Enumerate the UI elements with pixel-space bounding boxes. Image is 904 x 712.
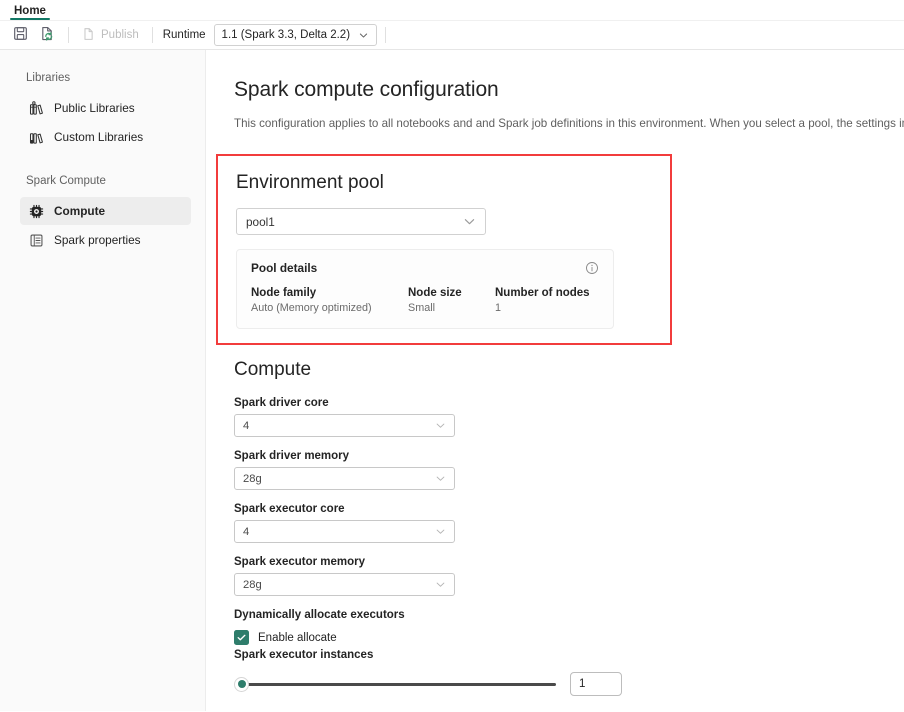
tab-home[interactable]: Home <box>8 5 52 20</box>
runtime-label: Runtime <box>161 29 212 41</box>
toolbar: Publish Runtime 1.1 (Spark 3.3, Delta 2.… <box>0 21 904 50</box>
field-spark-executor-core: Spark executor core 4 <box>234 503 904 543</box>
compute-gear-icon <box>28 203 44 219</box>
enable-allocate-checkbox[interactable] <box>234 630 249 645</box>
sidebar-item-spark-properties[interactable]: Spark properties <box>20 226 191 254</box>
spark-executor-memory-select[interactable]: 28g <box>234 573 455 596</box>
sidebar: Libraries Public Libraries <box>0 50 206 711</box>
custom-libraries-icon <box>28 129 44 145</box>
toolbar-separator-3 <box>385 27 386 43</box>
enable-allocate-checkbox-row[interactable]: Enable allocate <box>234 630 904 645</box>
page-description: This configuration applies to all notebo… <box>234 116 904 132</box>
runtime-dropdown-value: 1.1 (Spark 3.3, Delta 2.2) <box>222 29 350 41</box>
enable-allocate-label: Enable allocate <box>258 632 337 644</box>
chevron-down-icon <box>358 30 369 41</box>
field-dynamic-allocation: Dynamically allocate executors Enable al… <box>234 609 904 645</box>
page-body: Libraries Public Libraries <box>0 50 904 711</box>
sidebar-item-compute[interactable]: Compute <box>20 197 191 225</box>
sidebar-item-label: Custom Libraries <box>54 130 143 144</box>
chevron-down-icon <box>435 526 446 537</box>
spark-driver-memory-select[interactable]: 28g <box>234 467 455 490</box>
sidebar-group-spark-compute: Spark Compute <box>0 173 205 189</box>
spark-executor-core-select[interactable]: 4 <box>234 520 455 543</box>
main-content: Spark compute configuration This configu… <box>206 50 904 711</box>
refresh-publish-icon <box>40 26 55 44</box>
info-circle-icon[interactable] <box>585 261 599 275</box>
sidebar-item-custom-libraries[interactable]: Custom Libraries <box>20 123 191 151</box>
pool-select-value: pool1 <box>246 215 275 229</box>
save-button[interactable] <box>8 23 33 47</box>
toolbar-separator-1 <box>68 27 69 43</box>
slider-track <box>239 683 556 686</box>
pool-details-card: Pool details Node family Auto (Memory op… <box>236 249 614 329</box>
executor-instances-label: Spark executor instances <box>234 649 904 661</box>
pool-detail-node-family: Node family Auto (Memory optimized) <box>251 287 408 314</box>
executor-instances-row: 1 <box>234 672 904 696</box>
dynamic-allocation-label: Dynamically allocate executors <box>234 609 904 621</box>
publish-page-icon <box>82 27 96 44</box>
chevron-down-icon <box>435 473 446 484</box>
spark-driver-core-value: 4 <box>243 420 249 432</box>
toolbar-separator-2 <box>152 27 153 43</box>
spark-executor-memory-value: 28g <box>243 579 262 591</box>
environment-pool-title: Environment pool <box>236 172 670 194</box>
executor-instances-slider[interactable] <box>234 675 556 693</box>
spark-executor-core-value: 4 <box>243 526 249 538</box>
tab-home-label: Home <box>14 5 46 17</box>
pool-detail-number-of-nodes: Number of nodes 1 <box>495 287 590 314</box>
field-spark-driver-core: Spark driver core 4 <box>234 397 904 437</box>
pool-details-header: Pool details <box>251 261 599 275</box>
compute-title: Compute <box>234 359 904 381</box>
chevron-down-icon <box>463 215 476 228</box>
refresh-publish-button[interactable] <box>35 23 60 47</box>
compute-section: Compute Spark driver core 4 Spark driver… <box>234 359 904 696</box>
spark-driver-memory-value: 28g <box>243 473 262 485</box>
page-title: Spark compute configuration <box>234 78 904 102</box>
sidebar-group-libraries: Libraries <box>0 70 205 86</box>
sidebar-item-label: Spark properties <box>54 233 141 247</box>
runtime-dropdown[interactable]: 1.1 (Spark 3.3, Delta 2.2) <box>214 24 377 46</box>
spark-properties-icon <box>28 232 44 248</box>
sidebar-item-public-libraries[interactable]: Public Libraries <box>20 94 191 122</box>
pool-select-dropdown[interactable]: pool1 <box>236 208 486 235</box>
ribbon-tab-strip: Home <box>0 0 904 21</box>
spark-driver-core-select[interactable]: 4 <box>234 414 455 437</box>
public-libraries-icon <box>28 100 44 116</box>
publish-button-label: Publish <box>101 29 139 41</box>
executor-instances-value: 1 <box>579 678 585 690</box>
sidebar-item-label: Compute <box>54 204 105 218</box>
pool-details-title: Pool details <box>251 261 317 275</box>
executor-instances-input[interactable]: 1 <box>570 672 622 696</box>
chevron-down-icon <box>435 420 446 431</box>
publish-button[interactable]: Publish <box>77 23 144 47</box>
pool-detail-node-size: Node size Small <box>408 287 495 314</box>
environment-pool-highlight-box: Environment pool pool1 Pool details <box>216 154 672 345</box>
field-spark-executor-instances: Spark executor instances 1 <box>234 649 904 696</box>
sidebar-item-label: Public Libraries <box>54 101 135 115</box>
slider-thumb[interactable] <box>234 677 249 692</box>
chevron-down-icon <box>435 579 446 590</box>
field-spark-executor-memory: Spark executor memory 28g <box>234 556 904 596</box>
save-icon <box>13 26 28 44</box>
field-spark-driver-memory: Spark driver memory 28g <box>234 450 904 490</box>
pool-details-columns: Node family Auto (Memory optimized) Node… <box>251 287 599 314</box>
